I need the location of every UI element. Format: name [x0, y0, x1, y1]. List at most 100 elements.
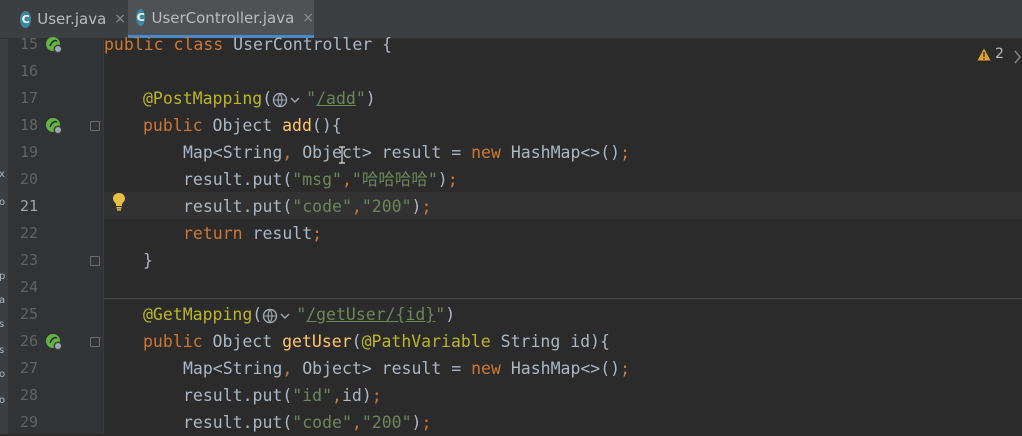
code-text: result.put( — [183, 386, 293, 405]
code-line-18: public Object add(){ — [143, 112, 342, 139]
code-text: Map<String — [183, 143, 283, 162]
code-text: result.put( — [183, 197, 293, 216]
punctuation: ; — [312, 224, 323, 243]
code-line-25: @GetMapping("/getUser/{id}") — [143, 301, 455, 328]
code-text: ( — [252, 305, 263, 324]
chevron-icon[interactable] — [1014, 50, 1022, 64]
keyword: public — [104, 35, 164, 54]
punctuation: ; — [421, 413, 432, 432]
globe-endpoint-icon[interactable] — [272, 91, 306, 109]
clipped-text: s — [0, 319, 5, 330]
code-line-15: public class UserController { — [104, 31, 392, 58]
line-number: 24 — [19, 278, 38, 296]
clipped-text: s — [0, 345, 5, 356]
warning-count: 2 — [995, 46, 1004, 62]
code-text: ( — [262, 89, 273, 108]
clipped-text: x — [0, 169, 5, 180]
punctuation: ; — [371, 386, 382, 405]
close-icon[interactable]: × — [114, 11, 126, 27]
code-text: ) — [437, 170, 448, 189]
lightbulb-icon[interactable] — [112, 192, 126, 212]
line-number: 27 — [19, 359, 38, 377]
code-text: result — [242, 224, 313, 243]
code-text: (){ — [311, 116, 342, 135]
annotation: @PathVariable — [361, 332, 491, 351]
code-line-22: return result; — [183, 220, 322, 247]
keyword: new — [471, 143, 501, 162]
annotation: @PostMapping — [143, 89, 263, 108]
keyword: public — [143, 332, 203, 351]
clipped-text: p — [0, 271, 6, 282]
line-number: 28 — [19, 386, 38, 404]
punctuation: , — [282, 359, 293, 378]
code-line-17: @PostMapping("/add") — [143, 85, 376, 112]
java-class-icon: C — [20, 10, 32, 28]
annotation: @GetMapping — [143, 305, 253, 324]
punctuation: , — [332, 386, 342, 405]
keyword: class — [173, 35, 224, 54]
punctuation: ; — [447, 170, 458, 189]
line-number: 22 — [19, 224, 38, 242]
string-quote: " — [355, 89, 366, 108]
code-text: Map<String — [183, 359, 283, 378]
close-icon[interactable]: × — [302, 10, 314, 26]
line-number: 19 — [19, 143, 38, 161]
code-line-26: public Object getUser(@PathVariable Stri… — [143, 328, 610, 355]
method-name: add — [282, 116, 312, 135]
line-number: 17 — [19, 89, 38, 107]
tab-label: User.java — [37, 10, 107, 28]
code-text: HashMap<>() — [500, 359, 621, 378]
punctuation: ; — [421, 197, 432, 216]
code-line-19: Map<String, Object> result = new HashMap… — [183, 139, 630, 166]
line-number: 18 — [19, 116, 38, 134]
clipped-text: a — [0, 295, 6, 306]
keyword: new — [471, 359, 501, 378]
editor-gutter: 15 16 17 18 19 20 21 22 23 24 25 26 27 2… — [8, 35, 103, 434]
code-text: Object> result = — [292, 143, 472, 162]
code-text: ) — [445, 305, 456, 324]
code-line-28: result.put("id",id); — [183, 382, 382, 409]
method-separator — [104, 298, 1022, 299]
code-line-21: result.put("code","200"); — [183, 193, 431, 220]
code-text: ) — [411, 413, 422, 432]
line-number: 20 — [19, 170, 38, 188]
string-literal: "哈哈哈哈" — [351, 170, 438, 189]
code-line-29: result.put("code","200"); — [183, 409, 431, 436]
line-number: 15 — [19, 35, 38, 53]
punctuation: , — [341, 170, 352, 189]
string-literal: "200" — [361, 197, 412, 216]
url-link[interactable]: /getUser/{id} — [306, 305, 435, 324]
clipped-text: o — [0, 369, 6, 380]
fold-marker-icon[interactable] — [90, 337, 100, 347]
line-number-current: 21 — [19, 197, 38, 215]
inspection-widget[interactable]: 2 — [977, 46, 1004, 62]
line-number: 25 — [19, 305, 38, 323]
java-class-icon: C — [136, 9, 146, 26]
code-text: String id){ — [490, 332, 610, 351]
code-text: ) — [411, 197, 422, 216]
code-text: result.put( — [183, 413, 293, 432]
warning-icon — [977, 48, 991, 60]
code-text: id) — [341, 386, 372, 405]
fold-marker-icon[interactable] — [90, 121, 100, 131]
line-number: 26 — [19, 332, 38, 350]
code-line-20: result.put("msg","哈哈哈哈"); — [183, 166, 458, 193]
fold-marker-icon[interactable] — [90, 256, 100, 266]
punctuation: , — [351, 413, 362, 432]
code-text: } — [143, 251, 153, 270]
code-text: result.put( — [183, 170, 293, 189]
spring-request-mapping-icon[interactable] — [45, 117, 63, 135]
text-cursor-icon — [339, 146, 345, 164]
string-literal: "code" — [292, 197, 352, 216]
line-number: 16 — [19, 62, 38, 80]
spring-bean-icon[interactable] — [45, 36, 63, 54]
url-link[interactable]: /add — [316, 89, 356, 108]
clipped-text: o — [0, 197, 6, 208]
spring-request-mapping-icon[interactable] — [45, 333, 63, 351]
string-literal: "id" — [292, 386, 333, 405]
keyword: return — [183, 224, 243, 243]
code-text: Object — [202, 332, 283, 351]
string-literal: "msg" — [292, 170, 342, 189]
globe-endpoint-icon[interactable] — [262, 307, 296, 325]
code-text: Object> result = — [292, 359, 472, 378]
